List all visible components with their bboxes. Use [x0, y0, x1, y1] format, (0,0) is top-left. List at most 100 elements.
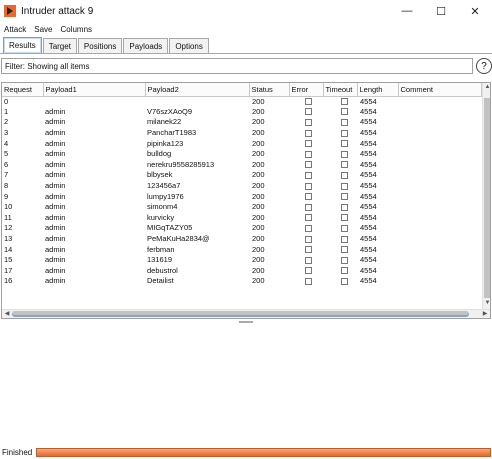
column-header-length[interactable]: Length: [357, 83, 399, 97]
vertical-scroll-thumb[interactable]: [484, 98, 490, 298]
timeout-checkbox[interactable]: [341, 224, 348, 232]
scroll-up-icon[interactable]: ▲: [484, 84, 490, 92]
error-checkbox[interactable]: [305, 246, 312, 254]
table-row[interactable]: 14 admin ferbman 200 4554: [2, 244, 481, 255]
horizontal-scroll-thumb[interactable]: [12, 311, 469, 317]
error-checkbox[interactable]: [305, 214, 312, 222]
timeout-checkbox[interactable]: [341, 108, 348, 116]
cell-length: 4554: [360, 223, 377, 233]
column-header-payload1[interactable]: Payload1: [43, 83, 146, 97]
cell-length: 4554: [360, 170, 377, 180]
menu-columns[interactable]: Columns: [60, 25, 92, 34]
horizontal-scrollbar[interactable]: ◀ ▶: [2, 309, 490, 318]
column-header-timeout[interactable]: Timeout: [323, 83, 358, 97]
pane-splitter[interactable]: [239, 321, 253, 323]
table-row[interactable]: 11 admin kurvicky 200 4554: [2, 213, 481, 224]
filter-bar[interactable]: Filter: Showing all items: [1, 58, 473, 74]
table-row[interactable]: 12 admin MIGqTAZY05 200 4554: [2, 223, 481, 234]
error-checkbox[interactable]: [305, 235, 312, 243]
error-checkbox-cell: [289, 244, 323, 255]
error-checkbox[interactable]: [305, 182, 312, 190]
vertical-scrollbar[interactable]: ▲ ▼: [482, 83, 490, 309]
timeout-checkbox[interactable]: [341, 214, 348, 222]
error-checkbox[interactable]: [305, 256, 312, 264]
table-row[interactable]: 5 admin bulldog 200 4554: [2, 149, 481, 160]
table-row[interactable]: 16 admin Detailist 200 4554: [2, 276, 481, 287]
tab-payloads[interactable]: Payloads: [123, 38, 169, 53]
error-checkbox[interactable]: [305, 224, 312, 232]
cell-payload2: blbysek: [147, 170, 173, 180]
scroll-right-icon[interactable]: ▶: [481, 310, 489, 318]
timeout-checkbox[interactable]: [341, 161, 348, 169]
tab-options[interactable]: Options: [169, 38, 209, 53]
timeout-checkbox[interactable]: [341, 203, 348, 211]
column-header-status[interactable]: Status: [249, 83, 290, 97]
timeout-checkbox[interactable]: [341, 277, 348, 285]
cell-payload2: kurvicky: [147, 212, 175, 222]
error-checkbox[interactable]: [305, 140, 312, 148]
timeout-checkbox[interactable]: [341, 256, 348, 264]
error-checkbox[interactable]: [305, 108, 312, 116]
error-checkbox[interactable]: [305, 277, 312, 285]
tab-target[interactable]: Target: [42, 38, 77, 53]
cell-status: 200: [252, 117, 265, 127]
error-checkbox[interactable]: [305, 129, 312, 137]
error-checkbox[interactable]: [305, 98, 312, 106]
error-checkbox[interactable]: [305, 267, 312, 275]
timeout-checkbox[interactable]: [341, 150, 348, 158]
table-row[interactable]: 2 admin milanek22 200 4554: [2, 117, 481, 128]
table-row[interactable]: 10 admin simonm4 200 4554: [2, 202, 481, 213]
column-header-error[interactable]: Error: [289, 83, 324, 97]
error-checkbox[interactable]: [305, 171, 312, 179]
table-row[interactable]: 9 admin lumpy1976 200 4554: [2, 191, 481, 202]
table-row[interactable]: 8 admin 123456a7 200 4554: [2, 181, 481, 192]
timeout-checkbox[interactable]: [341, 98, 348, 106]
cell-payload1: [43, 96, 145, 107]
cell-request: 7: [4, 170, 9, 180]
tab-results[interactable]: Results: [3, 37, 42, 53]
timeout-checkbox[interactable]: [341, 171, 348, 179]
error-checkbox[interactable]: [305, 150, 312, 158]
cell-length: 4554: [360, 202, 377, 212]
table-row[interactable]: 15 admin 131619 200 4554: [2, 255, 481, 266]
minimize-button[interactable]: —: [390, 0, 424, 22]
timeout-checkbox[interactable]: [341, 235, 348, 243]
error-checkbox[interactable]: [305, 193, 312, 201]
timeout-checkbox[interactable]: [341, 267, 348, 275]
timeout-checkbox[interactable]: [341, 129, 348, 137]
cell-comment: [398, 255, 481, 266]
timeout-checkbox-cell: [323, 213, 357, 224]
timeout-checkbox[interactable]: [341, 119, 348, 126]
column-header-comment[interactable]: Comment: [398, 83, 482, 97]
scroll-left-icon[interactable]: ◀: [3, 310, 11, 318]
table-row[interactable]: 0 200 4554: [2, 96, 481, 107]
table-row[interactable]: 13 admin PeMaKuHa2834@ 200 4554: [2, 234, 481, 245]
error-checkbox[interactable]: [305, 119, 312, 126]
menu-save[interactable]: Save: [34, 25, 52, 34]
cell-request: 4: [4, 138, 9, 148]
cell-payload1: admin: [45, 276, 66, 286]
timeout-checkbox-cell: [323, 244, 357, 255]
column-header-request[interactable]: Request: [2, 83, 44, 97]
table-row[interactable]: 6 admin nerekru9558285913 200 4554: [2, 160, 481, 171]
cell-comment: [398, 266, 481, 277]
error-checkbox[interactable]: [305, 203, 312, 211]
menu-attack[interactable]: Attack: [4, 25, 26, 34]
help-icon[interactable]: ?: [476, 58, 492, 74]
timeout-checkbox[interactable]: [341, 140, 348, 148]
timeout-checkbox[interactable]: [341, 193, 348, 201]
table-row[interactable]: 17 admin debustrol 200 4554: [2, 266, 481, 277]
table-row[interactable]: 3 admin PancharT1983 200 4554: [2, 128, 481, 139]
table-row[interactable]: 1 admin V76szXAoQ9 200 4554: [2, 107, 481, 118]
table-row[interactable]: 7 admin blbysek 200 4554: [2, 170, 481, 181]
close-button[interactable]: ✕: [458, 0, 492, 22]
maximize-button[interactable]: ☐: [424, 0, 458, 22]
scroll-down-icon[interactable]: ▼: [484, 300, 490, 308]
tab-positions[interactable]: Positions: [77, 38, 123, 53]
timeout-checkbox[interactable]: [341, 246, 348, 254]
table-row[interactable]: 4 admin pipinka123 200 4554: [2, 138, 481, 149]
timeout-checkbox[interactable]: [341, 182, 348, 190]
error-checkbox[interactable]: [305, 161, 312, 169]
column-header-payload2[interactable]: Payload2: [145, 83, 250, 97]
status-label: Finished: [2, 448, 33, 457]
